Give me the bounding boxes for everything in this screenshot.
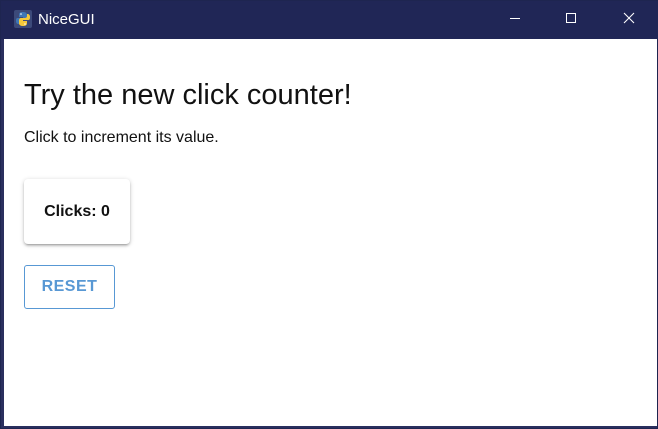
page-subtitle: Click to increment its value.	[24, 129, 219, 146]
page-content: Try the new click counter! Click to incr…	[4, 39, 657, 426]
page-title: Try the new click counter!	[24, 79, 352, 111]
close-icon	[623, 11, 635, 29]
maximize-button[interactable]	[543, 1, 599, 39]
window-title: NiceGUI	[38, 11, 95, 28]
click-counter-card[interactable]: Clicks: 0	[24, 179, 130, 244]
close-button[interactable]	[601, 1, 657, 39]
maximize-icon	[565, 11, 577, 29]
reset-button[interactable]: RESET	[24, 265, 115, 309]
title-bar[interactable]: NiceGUI	[1, 1, 658, 39]
minimize-icon	[509, 11, 521, 29]
minimize-button[interactable]	[487, 1, 543, 39]
python-icon	[14, 10, 32, 28]
click-counter-label: Clicks: 0	[44, 202, 110, 220]
app-window: NiceGUI Try the new click counter! Click…	[0, 0, 658, 429]
